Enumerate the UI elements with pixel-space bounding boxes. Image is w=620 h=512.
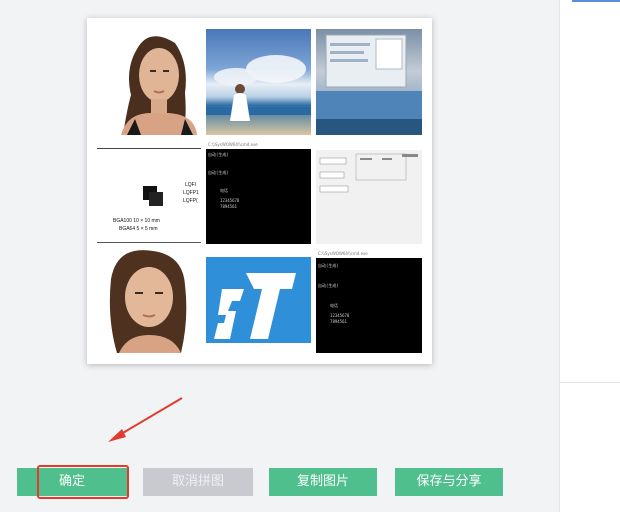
collage-preview: BGA100 10 × 10 mm BGA64 5 × 5 mm LQFI LQ… [87, 18, 432, 364]
console-line: 7894561 [208, 204, 237, 209]
portrait-illustration [97, 29, 201, 135]
chip-label-lqfp: LQFP( [183, 198, 198, 204]
panel-accent-line [572, 0, 620, 2]
portrait-photo-2 [97, 249, 201, 353]
desktop-screenshot [316, 29, 422, 135]
console-line: 7894561 [318, 319, 347, 324]
console-line: 自动(生成) [318, 283, 339, 288]
cancel-collage-button[interactable]: 取消拼图 [143, 468, 253, 496]
panel-divider [560, 382, 620, 383]
st-logo [206, 249, 311, 353]
console-window: C:\\SysWOW64\\cmd.exe 自动(生成) 自动(生成) 电话 1… [206, 140, 311, 244]
right-side-panel [559, 0, 620, 512]
form-illustration [316, 150, 422, 244]
portrait-illustration-2 [97, 249, 201, 353]
beach-photo [206, 29, 311, 135]
console-line: 自动(生成) [208, 152, 229, 157]
console-line: 自动(生成) [318, 263, 339, 268]
chip-label-bga100: BGA100 10 × 10 mm [113, 218, 160, 224]
console-window-2: C:\\SysWOW64\\cmd.exe 自动(生成) 自动(生成) 电话 1… [316, 249, 422, 353]
annotation-arrow [108, 397, 183, 442]
st-logo-illustration [206, 257, 311, 343]
beach-illustration [206, 55, 311, 121]
desktop-illustration [316, 34, 422, 135]
chip-label-bga64: BGA64 5 × 5 mm [119, 226, 158, 232]
portrait-photo [97, 29, 201, 135]
copy-image-button[interactable]: 复制图片 [269, 468, 377, 496]
console-title: C:\\SysWOW64\\cmd.exe [206, 140, 311, 149]
save-share-button[interactable]: 保存与分享 [395, 468, 503, 496]
console-line: 电话 [318, 303, 339, 308]
chip-label-lqfp1: LQFP1 [183, 190, 199, 196]
form-screenshot [316, 150, 422, 244]
chip-label-lqfi: LQFI [185, 182, 197, 188]
console-line: 自动(生成) [208, 170, 229, 175]
console-title: C:\\SysWOW64\\cmd.exe [316, 249, 422, 258]
console-line: 电话 [208, 188, 229, 193]
confirm-button[interactable]: 确定 [17, 468, 127, 496]
chip-package-diagram: BGA100 10 × 10 mm BGA64 5 × 5 mm LQFI LQ… [97, 148, 201, 244]
